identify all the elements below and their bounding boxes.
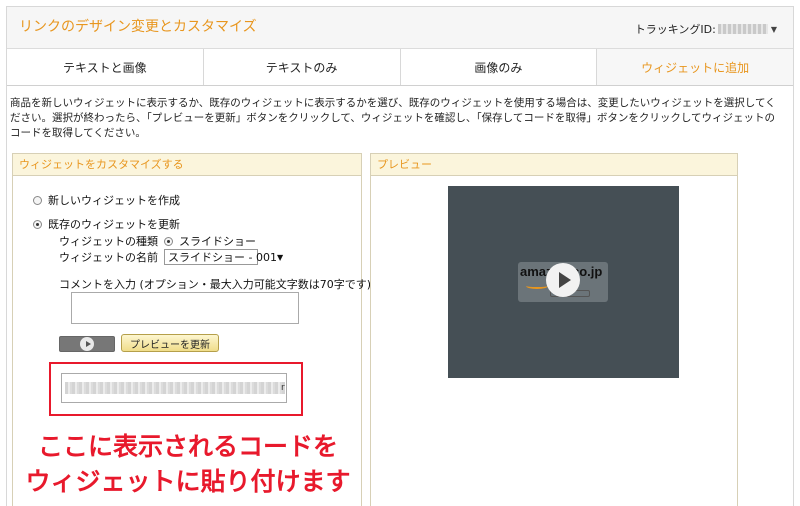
widget-code-redacted — [65, 382, 285, 394]
widget-name-row: ウィジェットの名前 スライドショー - 001 ▼ — [59, 249, 283, 265]
comment-textarea[interactable] — [71, 292, 299, 324]
chevron-down-icon: ▼ — [770, 24, 777, 34]
code-highlight-box: r — [49, 362, 303, 416]
new-widget-label: 新しいウィジェットを作成 — [48, 194, 180, 207]
play-icon — [80, 337, 94, 351]
comment-label: コメントを入力 (オプション・最大入力可能文字数は70字です) — [59, 278, 372, 291]
existing-widget-label: 既存のウィジェットを更新 — [48, 218, 180, 231]
widget-code-field[interactable]: r — [61, 373, 287, 403]
chevron-down-icon: ▼ — [276, 252, 284, 262]
annotation-line-2: ウィジェットに貼り付けます — [25, 467, 351, 496]
new-widget-option[interactable]: 新しいウィジェットを作成 — [33, 192, 180, 208]
save-and-get-code-button[interactable] — [59, 336, 115, 352]
preview-panel: プレビュー amazon.co.jp — [370, 153, 738, 506]
preview-heading: プレビュー — [371, 154, 737, 176]
existing-widget-option[interactable]: 既存のウィジェットを更新 — [33, 216, 180, 232]
widget-name-label: ウィジェットの名前 — [59, 251, 158, 264]
update-preview-button[interactable]: プレビューを更新 — [121, 334, 219, 352]
amazon-smile-icon — [526, 283, 548, 289]
play-icon[interactable] — [546, 263, 580, 297]
instructions-text: 商品を新しいウィジェットに表示するか、既存のウィジェットに表示するかを選び、既存… — [10, 97, 776, 139]
page-header: リンクのデザイン変更とカスタマイズ トラッキングID: ▼ — [7, 7, 793, 49]
widget-type-value: スライドショー — [179, 235, 256, 248]
tracking-id-value-redacted — [717, 24, 768, 34]
slideshow-radio[interactable] — [164, 236, 173, 246]
page-title: リンクのデザイン変更とカスタマイズ — [19, 19, 257, 35]
tab-text-only[interactable]: テキストのみ — [203, 49, 401, 85]
tracking-id-dropdown[interactable]: トラッキングID: ▼ — [635, 21, 777, 37]
existing-widget-radio[interactable] — [33, 219, 42, 229]
widget-type-row: ウィジェットの種類 スライドショー — [59, 233, 256, 249]
customize-widget-heading: ウィジェットをカスタマイズする — [13, 154, 361, 176]
tab-add-to-widget[interactable]: ウィジェットに追加 — [597, 49, 793, 85]
new-widget-radio[interactable] — [33, 195, 42, 205]
widget-name-select[interactable]: スライドショー - 001 ▼ — [164, 249, 283, 265]
tab-image-only[interactable]: 画像のみ — [400, 49, 598, 85]
link-type-tabs: テキストと画像 テキストのみ 画像のみ ウィジェットに追加 — [7, 49, 793, 86]
customize-widget-panel: ウィジェットをカスタマイズする 新しいウィジェットを作成 既存のウィジェットを更… — [12, 153, 371, 506]
tab-text-and-image[interactable]: テキストと画像 — [7, 49, 204, 85]
widget-type-label: ウィジェットの種類 — [59, 235, 158, 248]
annotation-line-1: ここに表示されるコードを — [37, 432, 338, 461]
comment-label-row: コメントを入力 (オプション・最大入力可能文字数は70字です) — [59, 276, 371, 292]
widget-preview-video[interactable]: amazon.co.jp — [448, 186, 679, 378]
tracking-id-label: トラッキングID: — [634, 23, 716, 36]
widget-name-value: スライドショー - 001 — [168, 251, 277, 264]
